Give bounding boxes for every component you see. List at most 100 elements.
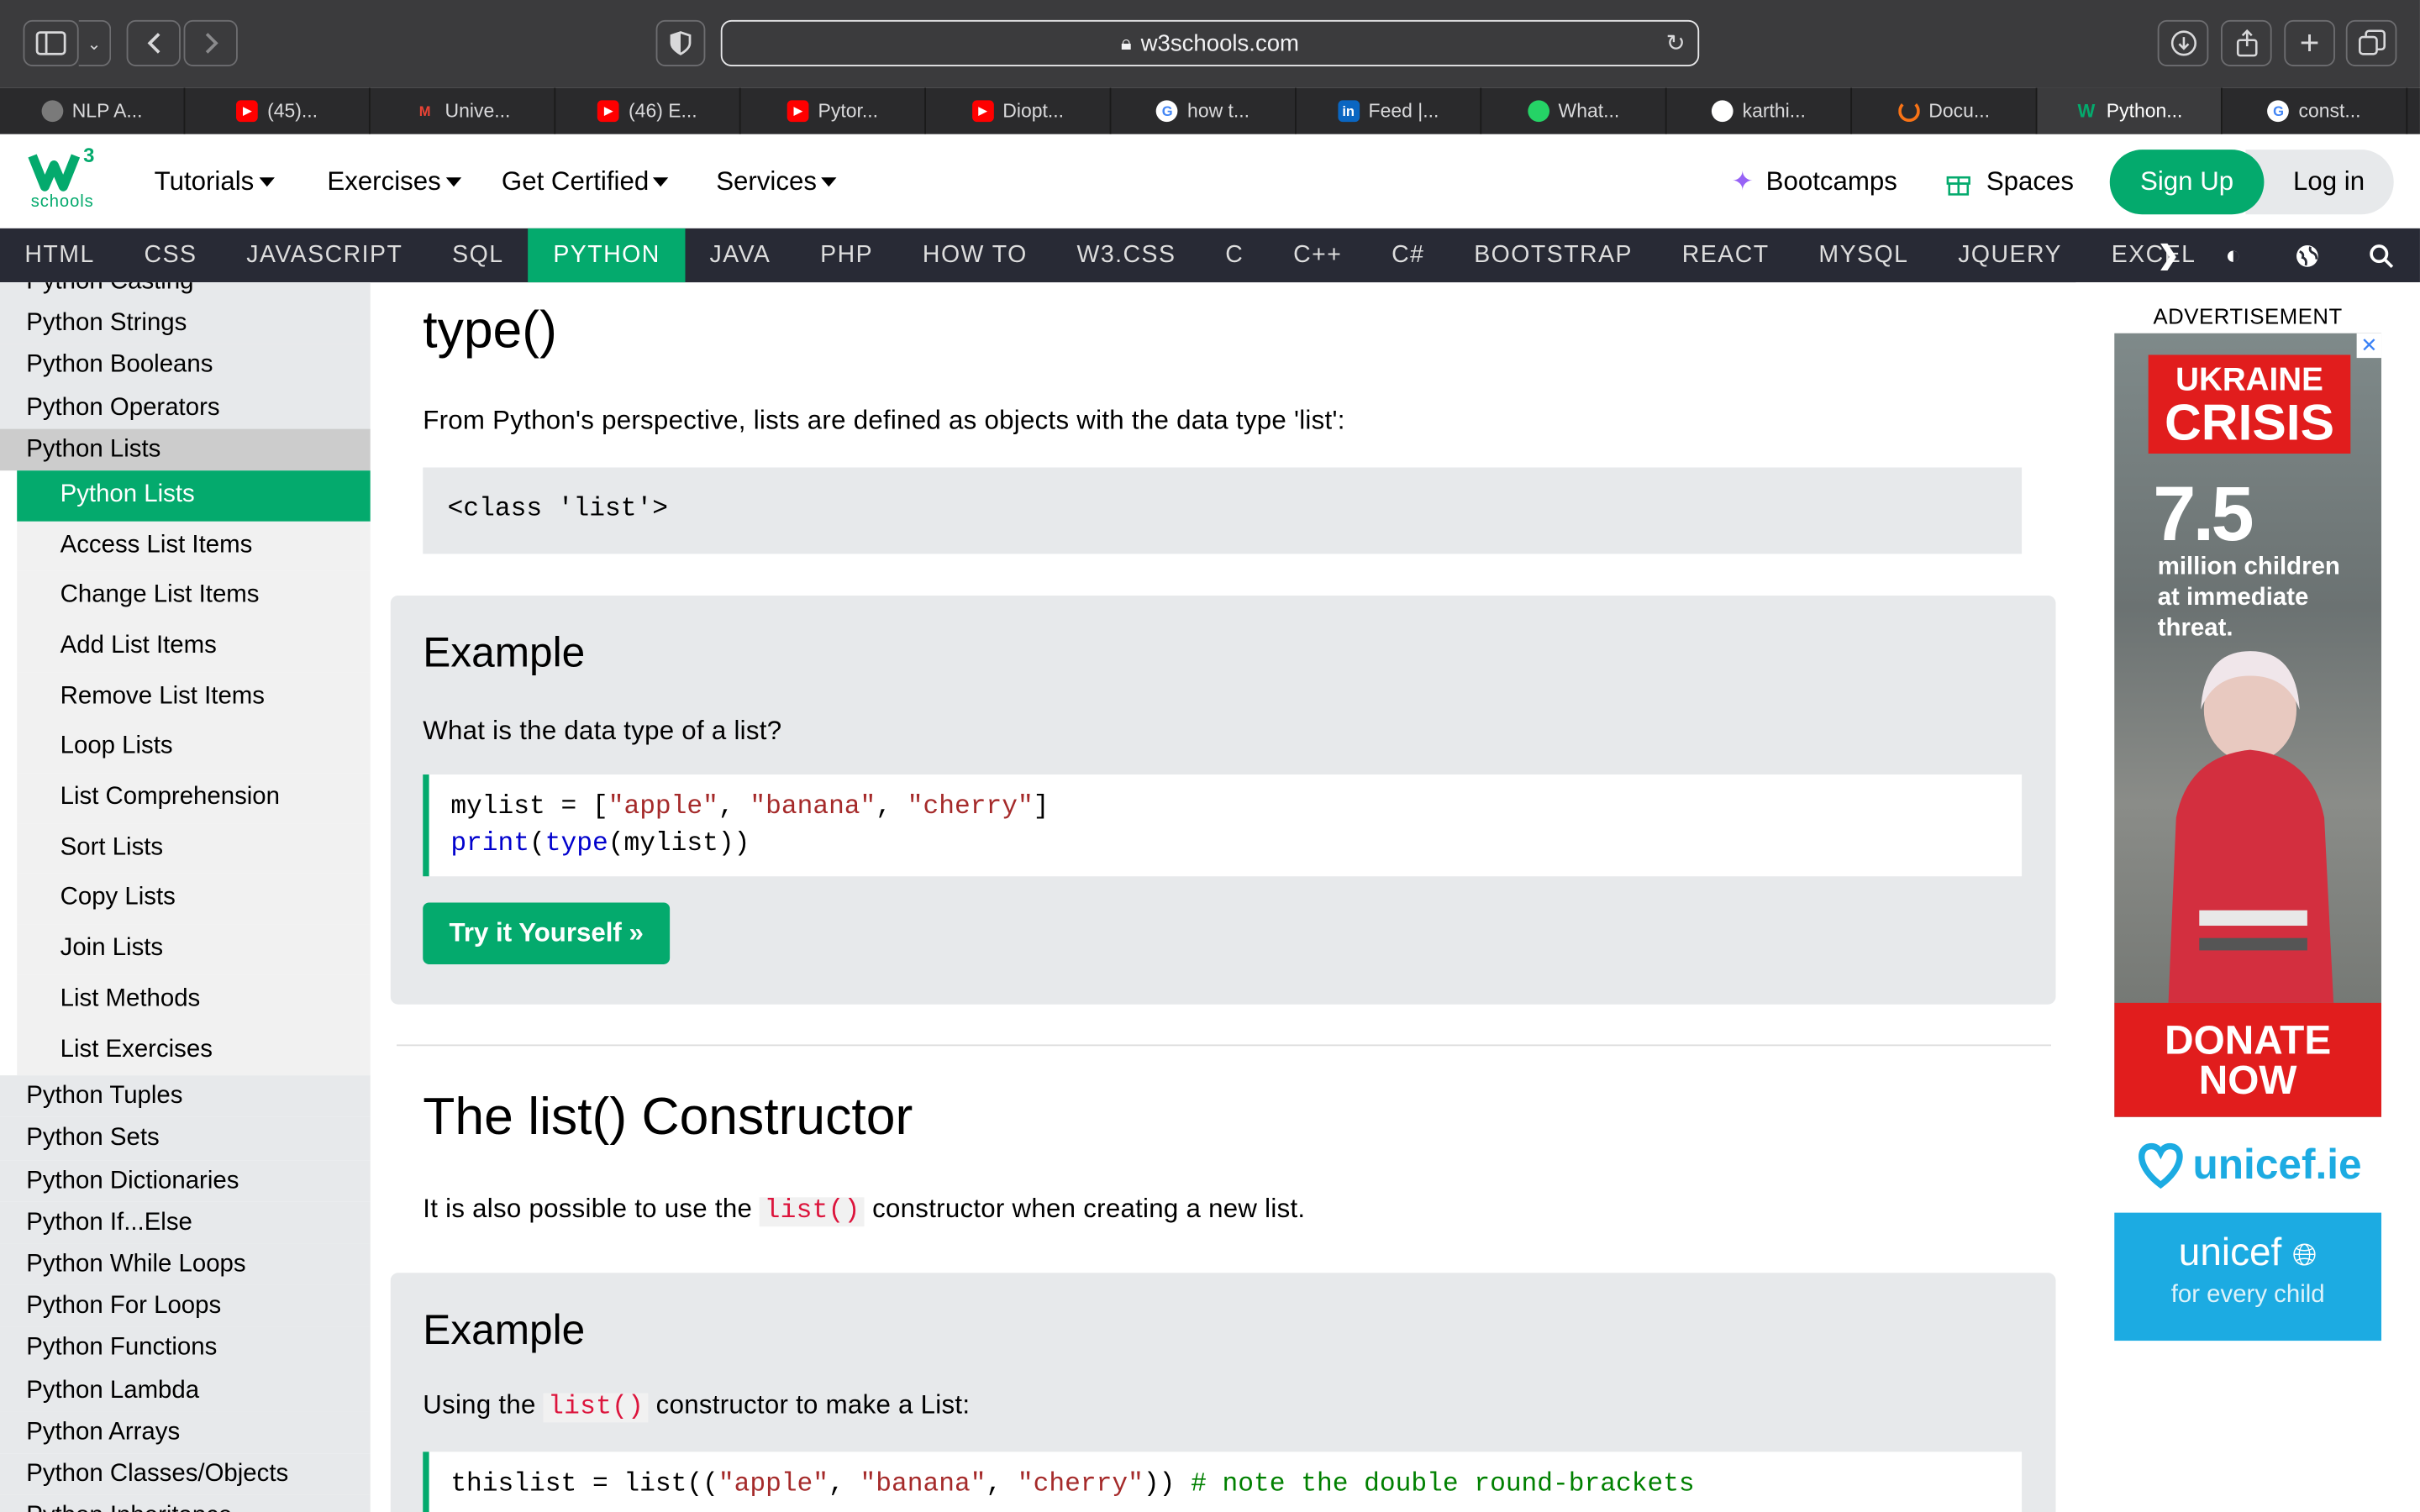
sidebar-item[interactable]: Python Strings [0, 302, 371, 345]
back-arrow-icon[interactable] [126, 19, 181, 66]
sidebar-item[interactable]: Python While Loops [0, 1243, 371, 1286]
gift-icon [1946, 176, 1970, 195]
code-keyword: print [450, 830, 530, 860]
sidebar-subitem[interactable]: Access List Items [17, 521, 371, 572]
nav-c[interactable]: C [1201, 228, 1269, 282]
browser-tab[interactable]: Docu... [1852, 87, 2038, 134]
sidebar-subitem[interactable]: Python Lists [17, 470, 371, 522]
gmail-icon: M [418, 103, 431, 119]
browser-tab[interactable]: Ghow t... [1111, 87, 1297, 134]
new-tab-icon[interactable]: + [2284, 19, 2335, 66]
browser-tab[interactable]: karthi... [1667, 87, 1853, 134]
bootcamps-link[interactable]: ✦ Bootcamps [1732, 134, 1897, 228]
nav-mysql[interactable]: MYSQL [1794, 228, 1933, 282]
spaces-link[interactable]: Spaces [1944, 134, 2074, 228]
nav-c-[interactable]: C++ [1269, 228, 1367, 282]
sidebar-item[interactable]: Python Lists [0, 428, 371, 471]
openai-icon [40, 100, 63, 123]
nav-c-[interactable]: C# [1367, 228, 1449, 282]
reload-icon[interactable]: ↻ [1666, 29, 1686, 57]
sidebar-item[interactable]: Python Casting [0, 282, 371, 303]
browser-tab[interactable]: M Unive... [371, 87, 556, 134]
close-icon[interactable]: ✕ [2356, 333, 2382, 359]
logo-sup: 3 [83, 143, 95, 167]
tab-title: Unive... [445, 100, 511, 123]
url-text: w3schools.com [1140, 29, 1300, 57]
sidebar-subitem[interactable]: List Methods [17, 974, 371, 1026]
browser-tab[interactable]: What... [1481, 87, 1667, 134]
browser-tab[interactable]: Gconst... [2223, 87, 2408, 134]
nav-python[interactable]: PYTHON [528, 228, 686, 283]
sidebar-subitem[interactable]: Add List Items [17, 622, 371, 673]
nav-css[interactable]: CSS [119, 228, 222, 282]
exercises-menu[interactable]: Exercises [327, 134, 461, 228]
browser-tab[interactable]: ▶ Pytor... [741, 87, 927, 134]
login-button[interactable]: Log in [2245, 150, 2394, 215]
signup-button[interactable]: Sign Up [2109, 150, 2265, 215]
sidebar-item[interactable]: Python Arrays [0, 1411, 371, 1453]
browser-tab[interactable]: ▶ Diopt... [926, 87, 1112, 134]
sidebar-item[interactable]: Python For Loops [0, 1285, 371, 1328]
sidebar-item[interactable]: Python Functions [0, 1327, 371, 1370]
nav-sql[interactable]: SQL [428, 228, 529, 282]
nav-react[interactable]: REACT [1657, 228, 1794, 282]
services-menu[interactable]: Services [716, 134, 837, 228]
address-bar[interactable]: 🔒︎ w3schools.com ↻ [720, 19, 1700, 66]
sidebar-subitem[interactable]: List Comprehension [17, 773, 371, 824]
browser-tab[interactable]: in Feed |... [1297, 87, 1482, 134]
sidebar-toggle-icon[interactable] [23, 19, 79, 66]
sidebar-subitem[interactable]: Sort Lists [17, 823, 371, 874]
sidebar-item[interactable]: Python Sets [0, 1117, 371, 1160]
sidebar-subitem[interactable]: Join Lists [17, 924, 371, 975]
unicef-banner[interactable]: unicef 🌐︎ for every child [2114, 1212, 2382, 1341]
tab-title: What... [1558, 100, 1620, 123]
code-string: "apple" [608, 793, 718, 822]
share-icon[interactable] [2221, 19, 2272, 66]
inline-code: list() [543, 1393, 649, 1423]
forward-arrow-icon[interactable] [183, 19, 238, 66]
contrast-toggle-icon[interactable]: ◐ [2210, 228, 2256, 282]
nav-jquery[interactable]: JQUERY [1933, 228, 2087, 282]
nav-java[interactable]: JAVA [685, 228, 796, 282]
try-it-yourself-button[interactable]: Try it Yourself » [423, 902, 671, 964]
browser-tab[interactable]: W Python... [2037, 87, 2223, 134]
donate-now-button[interactable]: DONATE NOW [2114, 1002, 2382, 1117]
sidebar-subitem[interactable]: Change List Items [17, 571, 371, 622]
nav-how-to[interactable]: HOW TO [898, 228, 1053, 282]
download-icon[interactable] [2157, 19, 2209, 66]
nav-php[interactable]: PHP [796, 228, 898, 282]
shield-icon[interactable] [655, 19, 706, 66]
search-icon[interactable] [2358, 228, 2404, 282]
nav-html[interactable]: HTML [0, 228, 119, 282]
tab-title: (46) E... [629, 100, 697, 123]
tab-overview-icon[interactable] [2345, 19, 2397, 66]
sidebar-item[interactable]: Python Dictionaries [0, 1159, 371, 1202]
sidebar-item[interactable]: Python If...Else [0, 1201, 371, 1244]
sidebar-subitem[interactable]: Copy Lists [17, 874, 371, 925]
sidebar-subitem[interactable]: List Exercises [17, 1025, 371, 1076]
browser-tab[interactable]: NLP A... [0, 87, 186, 134]
nav-javascript[interactable]: JAVASCRIPT [222, 228, 428, 282]
tutorials-menu[interactable]: Tutorials [155, 134, 275, 228]
w3schools-logo[interactable]: 3 schools [28, 143, 105, 217]
chevron-down-icon[interactable]: ⌄ [78, 19, 112, 66]
nav-bootstrap[interactable]: BOOTSTRAP [1449, 228, 1658, 282]
sidebar-item[interactable]: Python Booleans [0, 344, 371, 387]
browser-tab[interactable]: ▶ (46) E... [555, 87, 741, 134]
sidebar-subitem[interactable]: Remove List Items [17, 672, 371, 723]
sidebar-subitem[interactable]: Loop Lists [17, 722, 371, 774]
unicef-link[interactable]: unicef.ie [2114, 1128, 2381, 1202]
nav-w3-css[interactable]: W3.CSS [1052, 228, 1201, 282]
sidebar-item[interactable]: Python Operators [0, 386, 371, 429]
ukraine-crisis-ad[interactable]: ✕ UKRAINE CRISIS 7.5 million children at… [2114, 333, 2382, 1117]
get-certified-menu[interactable]: Get Certified [502, 134, 670, 228]
sidebar-item[interactable]: Python Tuples [0, 1075, 371, 1118]
browser-tab[interactable]: ▶ (45)... [185, 87, 371, 134]
sidebar-item[interactable]: Python Classes/Objects [0, 1452, 371, 1495]
sidebar-item[interactable]: Python Lambda [0, 1369, 371, 1412]
sidebar-item[interactable]: Python Inheritance [0, 1494, 371, 1512]
chevron-right-icon[interactable]: ❯ [2145, 228, 2191, 282]
code-string: "cherry" [1017, 1470, 1144, 1500]
github-icon [1711, 100, 1733, 123]
globe-icon[interactable] [2284, 228, 2330, 282]
